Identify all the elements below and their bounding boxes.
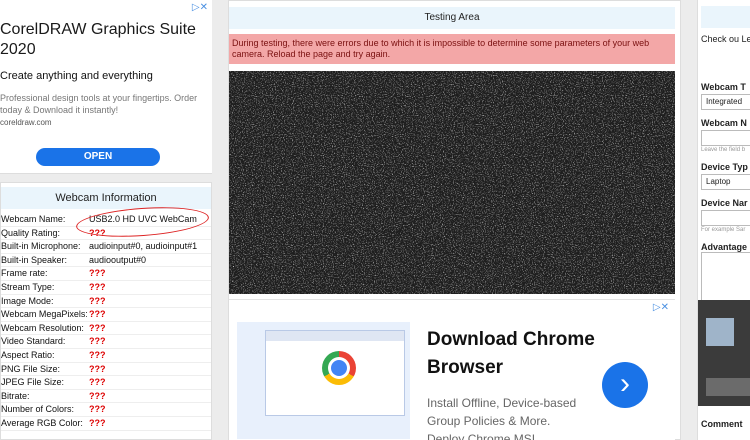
row-label: Webcam MegaPixels: bbox=[1, 309, 87, 320]
webcam-info-title: Webcam Information bbox=[1, 187, 211, 209]
notification-popup[interactable] bbox=[698, 300, 750, 406]
ad-image[interactable] bbox=[237, 322, 410, 439]
ad-description: Professional design tools at your finger… bbox=[0, 93, 198, 115]
device-type-select[interactable]: Laptop bbox=[701, 174, 750, 190]
table-row: Average RGB Color:??? bbox=[1, 417, 211, 431]
row-value: ??? bbox=[89, 309, 106, 320]
comment-label: Comment bbox=[701, 419, 743, 429]
row-value: audioinput#0, audioinput#1 bbox=[89, 241, 198, 252]
table-row: PNG File Size:??? bbox=[1, 363, 211, 377]
table-row: JPEG File Size:??? bbox=[1, 376, 211, 390]
webcam-name-input[interactable] bbox=[701, 130, 750, 146]
advantages-label: Advantage bbox=[701, 242, 748, 252]
row-value: audiooutput#0 bbox=[89, 254, 147, 265]
device-name-label: Device Nar bbox=[701, 198, 748, 208]
webcam-info-table: Webcam Name: USB2.0 HD UVC WebCam Quality … bbox=[1, 213, 211, 431]
row-label: Number of Colors: bbox=[1, 404, 75, 415]
row-label: Image Mode: bbox=[1, 295, 54, 306]
row-label: Frame rate: bbox=[1, 268, 48, 279]
review-header bbox=[701, 6, 750, 28]
table-row: Webcam MegaPixels:??? bbox=[1, 308, 211, 322]
row-label: Quality Rating: bbox=[1, 227, 61, 238]
left-column: ▷✕ CorelDRAW Graphics Suite 2020 Create … bbox=[0, 0, 212, 440]
row-value: ??? bbox=[89, 281, 106, 292]
chrome-logo-icon bbox=[322, 351, 356, 385]
review-intro: Check ou Leave a rev the place bbox=[701, 34, 750, 44]
ad-choices-icon[interactable]: ▷✕ bbox=[653, 302, 669, 313]
row-label: Bitrate: bbox=[1, 390, 30, 401]
row-value: ??? bbox=[89, 295, 106, 306]
browser-illustration bbox=[265, 330, 405, 416]
camera-noise-preview bbox=[229, 71, 675, 294]
row-label: Average RGB Color: bbox=[1, 417, 83, 428]
row-label: Built-in Microphone: bbox=[1, 241, 81, 252]
popup-button[interactable] bbox=[706, 378, 750, 396]
table-row: Built-in Speaker: audiooutput#0 bbox=[1, 254, 211, 268]
ad-domain[interactable]: coreldraw.com bbox=[0, 118, 52, 127]
row-label: Webcam Name: bbox=[1, 214, 66, 224]
row-value: ??? bbox=[89, 377, 106, 388]
table-row: Video Standard:??? bbox=[1, 335, 211, 349]
row-value: ??? bbox=[89, 268, 106, 279]
device-type-label: Device Typ bbox=[701, 162, 748, 172]
ad-open-button[interactable]: OPEN bbox=[36, 148, 160, 166]
webcam-type-select[interactable]: Integrated bbox=[701, 94, 750, 110]
device-name-input[interactable] bbox=[701, 210, 750, 226]
table-row: Built-in Microphone: audioinput#0, audioi… bbox=[1, 240, 211, 254]
testing-panel: Testing Area During testing, there were … bbox=[228, 0, 681, 440]
row-label: Video Standard: bbox=[1, 336, 66, 347]
row-value: ??? bbox=[89, 349, 106, 360]
row-label: Stream Type: bbox=[1, 281, 55, 292]
ad-headline[interactable]: Download Chrome Browser bbox=[427, 326, 627, 382]
row-value: ??? bbox=[89, 336, 106, 347]
row-label: Webcam Resolution: bbox=[1, 322, 84, 333]
webcam-type-label: Webcam T bbox=[701, 82, 746, 92]
page: ▷✕ CorelDRAW Graphics Suite 2020 Create … bbox=[0, 0, 750, 440]
ad-title[interactable]: CorelDRAW Graphics Suite 2020 bbox=[0, 20, 205, 60]
row-value: ??? bbox=[89, 390, 106, 401]
chevron-right-icon[interactable]: › bbox=[602, 362, 648, 408]
row-value: ??? bbox=[89, 322, 106, 333]
table-row: Webcam Resolution:??? bbox=[1, 322, 211, 336]
browser-tab-bar bbox=[266, 331, 404, 341]
row-label: Built-in Speaker: bbox=[1, 254, 68, 265]
error-message: During testing, there were errors due to… bbox=[229, 34, 675, 64]
table-row: Aspect Ratio:??? bbox=[1, 349, 211, 363]
ad-body: Install Offline, Device-based Group Poli… bbox=[427, 396, 577, 440]
avatar bbox=[706, 318, 734, 346]
table-row: Image Mode:??? bbox=[1, 295, 211, 309]
row-value: ??? bbox=[89, 404, 106, 415]
ad-subtitle: Create anything and everything bbox=[0, 70, 153, 82]
row-label: PNG File Size: bbox=[1, 363, 61, 374]
table-row: Frame rate:??? bbox=[1, 267, 211, 281]
ad-chrome[interactable]: ▷✕ Download Chrome Browser Install Offli… bbox=[229, 299, 675, 440]
table-row: Bitrate:??? bbox=[1, 390, 211, 404]
review-panel: Check ou Leave a rev the place Webcam T … bbox=[697, 0, 750, 440]
testing-area-title: Testing Area bbox=[229, 7, 675, 29]
ad-choices-icon[interactable]: ▷✕ bbox=[192, 2, 208, 13]
row-value: ??? bbox=[89, 363, 106, 374]
webcam-name-hint: Leave the field b bbox=[701, 147, 746, 153]
row-label: Aspect Ratio: bbox=[1, 349, 55, 360]
table-row: Number of Colors:??? bbox=[1, 403, 211, 417]
row-label: JPEG File Size: bbox=[1, 377, 65, 388]
ad-coreldraw[interactable]: ▷✕ CorelDRAW Graphics Suite 2020 Create … bbox=[0, 0, 212, 174]
table-row: Stream Type:??? bbox=[1, 281, 211, 295]
device-name-hint: For example Sar bbox=[701, 227, 746, 233]
row-value: ??? bbox=[89, 417, 106, 428]
webcam-name-label: Webcam N bbox=[701, 118, 747, 128]
